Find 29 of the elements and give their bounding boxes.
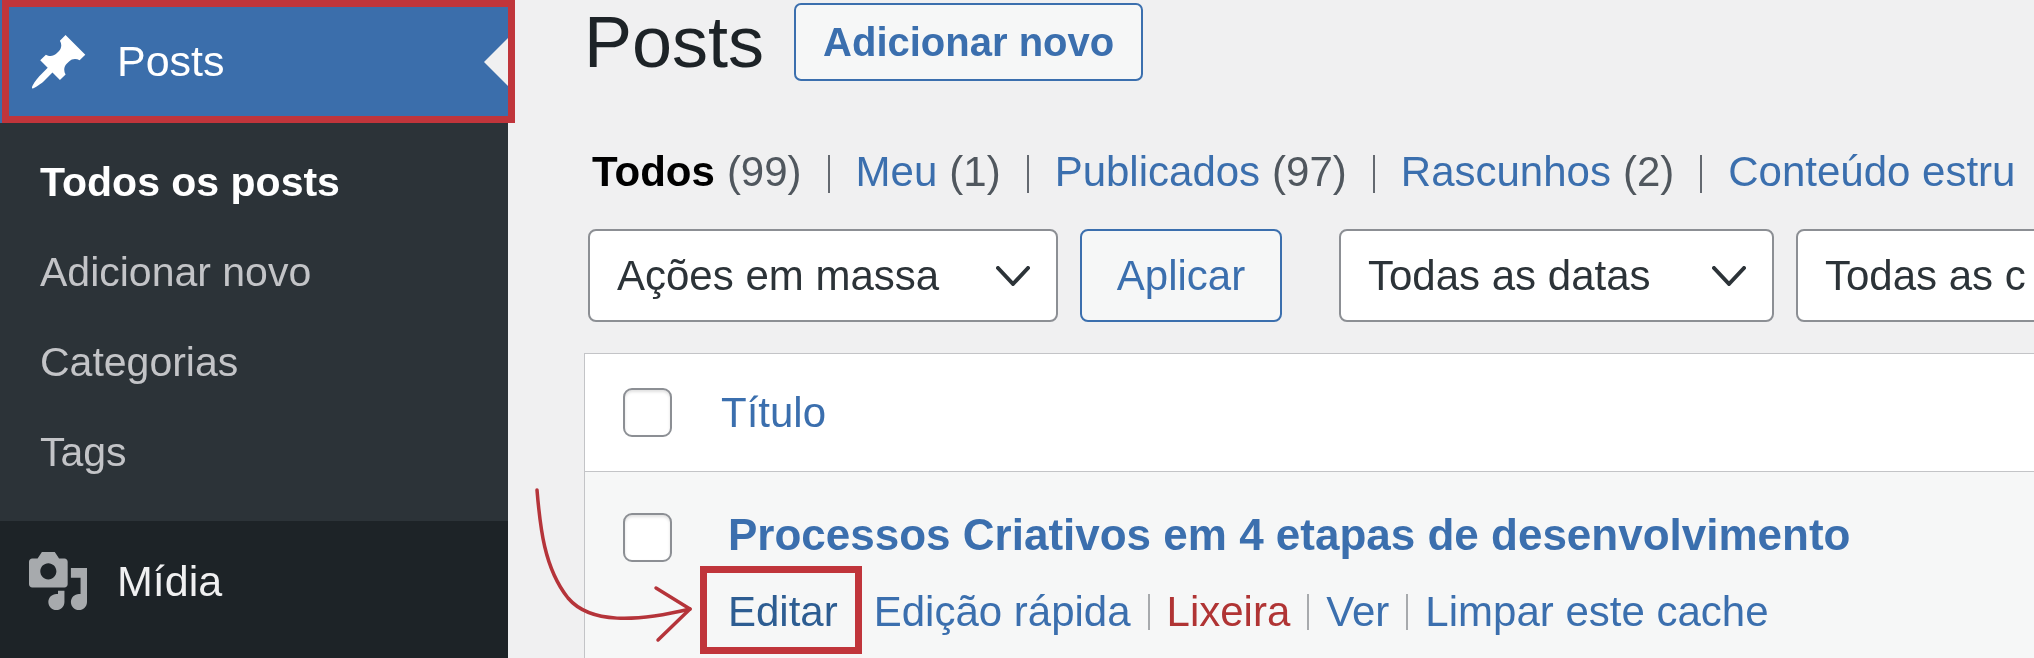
row-action-link[interactable]: Edição rápida <box>873 588 1131 636</box>
bulk-actions-dropdown[interactable]: Ações em massa <box>588 229 1058 322</box>
date-dropdown[interactable]: Todas as datas <box>1339 229 1774 322</box>
filter-link[interactable]: Conteúdo estru <box>1728 148 2016 196</box>
post-title-link[interactable]: Processos Criativos em 4 etapas de desenvolvimento <box>728 510 1851 560</box>
row-action-link[interactable]: Editar <box>728 588 838 636</box>
filter-link[interactable]: Todos (99) <box>592 148 802 196</box>
row-action-link[interactable]: Ver <box>1326 588 1390 636</box>
page-title: Posts <box>584 6 765 78</box>
add-new-button[interactable]: Adicionar novo <box>794 3 1144 81</box>
filter-link[interactable]: Publicados (97) <box>1054 148 1347 196</box>
column-header-link[interactable]: Título <box>721 381 827 444</box>
camera-note-icon <box>29 552 87 610</box>
submenu-item[interactable]: Todos os posts <box>0 138 508 228</box>
checkbox[interactable] <box>623 388 672 437</box>
row-action-link[interactable]: Limpar este cache <box>1425 588 1769 636</box>
pointer-triangle-icon <box>484 38 508 86</box>
submenu-item[interactable]: Categorias <box>0 318 508 408</box>
pushpin-icon <box>32 34 86 89</box>
row-action-link[interactable]: Lixeira <box>1166 588 1291 636</box>
chevron-down-icon <box>996 265 1030 286</box>
chevron-down-icon <box>1712 265 1746 286</box>
filter-dropdown[interactable]: Todas as c <box>1796 229 2034 322</box>
submenu-item[interactable]: Adicionar novo <box>0 228 508 318</box>
submenu-item[interactable]: Tags <box>0 408 508 498</box>
filter-link[interactable]: Meu (1) <box>855 148 1001 196</box>
filter-link[interactable]: Rascunhos (2) <box>1400 148 1675 196</box>
checkbox[interactable] <box>623 513 672 562</box>
apply-button[interactable]: Aplicar <box>1080 229 1282 322</box>
